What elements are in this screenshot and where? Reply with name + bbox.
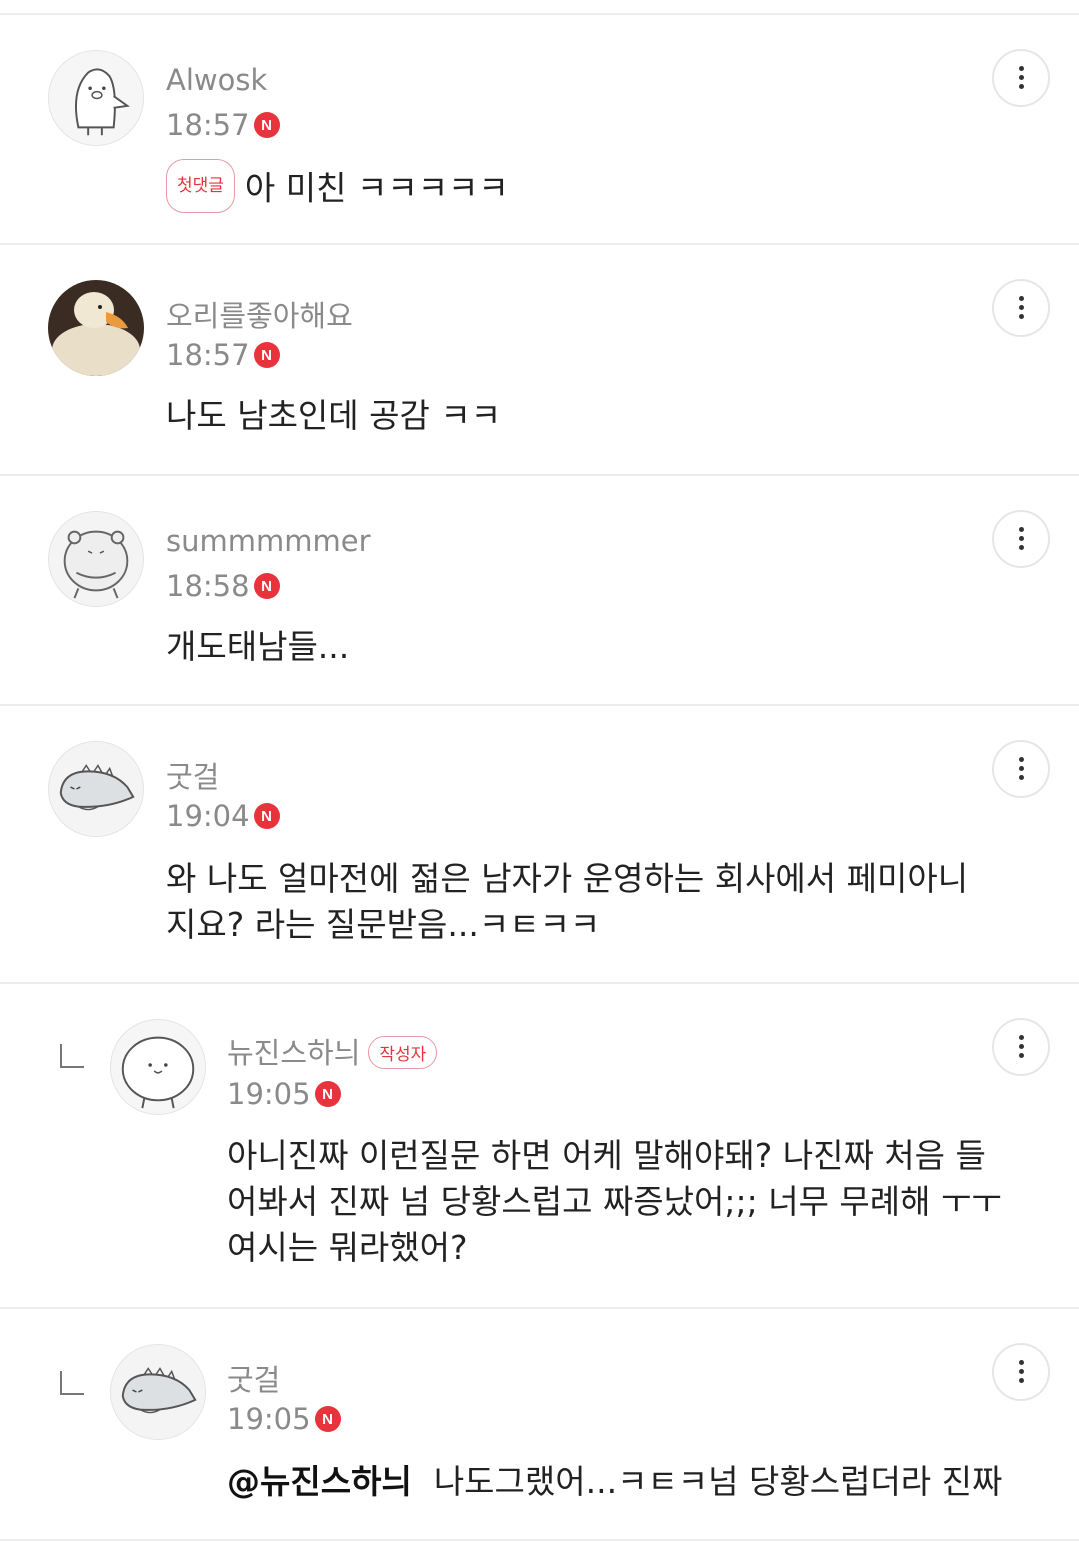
mention-link[interactable]: @뉴진스하늬 [227, 1462, 412, 1501]
more-vertical-icon [1018, 66, 1024, 90]
more-options-button[interactable] [992, 49, 1050, 107]
timestamp: 18:58 [166, 569, 250, 603]
dinosaur-character-icon [111, 1345, 205, 1439]
avatar[interactable] [48, 511, 144, 607]
more-options-button[interactable] [992, 510, 1050, 568]
avatar[interactable] [48, 280, 144, 376]
comment-item: Alwosk 18:57 N 첫댓글 아 미친 ㅋㅋㅋㅋㅋ [0, 15, 1079, 245]
new-badge: N [253, 112, 280, 138]
more-vertical-icon [1018, 1035, 1024, 1059]
new-badge: N [314, 1406, 341, 1432]
comment-body: 개도태남들... [166, 627, 350, 666]
comment-body: 아니진짜 이런질문 하면 어케 말해야돼? 나진짜 처음 들 어봐서 진짜 넘 … [227, 1133, 1057, 1271]
more-options-button[interactable] [992, 1343, 1050, 1401]
new-badge: N [253, 803, 280, 829]
author-name[interactable]: Alwosk [166, 63, 267, 97]
reply-item: 뉴진스하늬 작성자 19:05 N 아니진짜 이런질문 하면 어케 말해야돼? 나… [0, 984, 1079, 1309]
more-options-button[interactable] [992, 740, 1050, 798]
new-badge: N [253, 573, 280, 599]
timestamp-row: 18:57 N [166, 107, 280, 143]
more-vertical-icon [1018, 1360, 1024, 1384]
comment-text-line: 지요? 라는 질문받음...ㅋㅌㅋㅋ [166, 905, 601, 944]
reply-arrow-icon [60, 1371, 84, 1395]
comment-body: @뉴진스하늬 나도그랬어...ㅋㅌㅋ넘 당황스럽더라 진짜 [227, 1459, 1002, 1505]
reply-item: 굿걸 19:05 N @뉴진스하늬 나도그랬어...ㅋㅌㅋ넘 당황스럽더라 진짜 [0, 1309, 1079, 1541]
comment-item: 오리를좋아해요 18:57 N 나도 남초인데 공감 ㅋㅋ [0, 245, 1079, 476]
timestamp-row: 19:04 N [166, 798, 280, 834]
comment-text-line: 어봐서 진짜 넘 당황스럽고 짜증났어;;; 너무 무례해 ㅜㅜ [227, 1182, 1002, 1221]
comment-text-line: 아니진짜 이런질문 하면 어케 말해야돼? 나진짜 처음 들 [227, 1136, 986, 1175]
more-vertical-icon [1018, 757, 1024, 781]
comment-text: 나도그랬어...ㅋㅌㅋ넘 당황스럽더라 진짜 [433, 1462, 1003, 1501]
author-name[interactable]: 굿걸 [166, 754, 219, 796]
comment-body: 와 나도 얼마전에 젊은 남자가 운영하는 회사에서 페미아니 지요? 라는 질… [166, 856, 1046, 948]
timestamp: 18:57 [166, 108, 250, 142]
first-comment-tag: 첫댓글 [166, 159, 235, 213]
more-vertical-icon [1018, 527, 1024, 551]
comment-text-line: 와 나도 얼마전에 젊은 남자가 운영하는 회사에서 페미아니 [166, 859, 969, 898]
avatar[interactable] [48, 50, 144, 146]
timestamp: 19:05 [227, 1402, 311, 1436]
author-tag: 작성자 [368, 1035, 438, 1069]
author-name[interactable]: 굿걸 [227, 1357, 280, 1399]
comment-body: 첫댓글 아 미친 ㅋㅋㅋㅋㅋ [166, 159, 509, 217]
author-name-text[interactable]: 뉴진스하늬 [227, 1036, 360, 1070]
duck-photo-icon [48, 280, 144, 376]
avatar[interactable] [110, 1019, 206, 1115]
author-name[interactable]: 오리를좋아해요 [166, 293, 353, 335]
more-vertical-icon [1018, 296, 1024, 320]
comment-item: summmmmer 18:58 N 개도태남들... [0, 476, 1079, 706]
bear-character-icon [49, 512, 143, 606]
penguin-character-icon [49, 51, 143, 145]
author-name: 뉴진스하늬 작성자 [227, 1030, 438, 1072]
new-badge: N [314, 1081, 341, 1107]
timestamp-row: 19:05 N [227, 1076, 341, 1112]
timestamp-row: 18:57 N [166, 337, 280, 373]
more-options-button[interactable] [992, 279, 1050, 337]
timestamp-row: 19:05 N [227, 1401, 341, 1437]
dinosaur-character-icon [49, 742, 143, 836]
timestamp-row: 18:58 N [166, 568, 280, 604]
avatar[interactable] [48, 741, 144, 837]
comment-text-line: 여시는 뭐라했어? [227, 1228, 468, 1267]
timestamp: 19:05 [227, 1077, 311, 1111]
ghost-character-icon [111, 1020, 205, 1114]
timestamp: 18:57 [166, 338, 250, 372]
comment-body: 나도 남초인데 공감 ㅋㅋ [166, 396, 502, 435]
timestamp: 19:04 [166, 799, 250, 833]
reply-arrow-icon [60, 1044, 84, 1068]
new-badge: N [253, 342, 280, 368]
comment-item: 굿걸 19:04 N 와 나도 얼마전에 젊은 남자가 운영하는 회사에서 페미… [0, 706, 1079, 984]
more-options-button[interactable] [992, 1018, 1050, 1076]
author-name[interactable]: summmmmer [166, 524, 371, 558]
avatar[interactable] [110, 1344, 206, 1440]
comment-text: 아 미친 ㅋㅋㅋㅋㅋ [244, 168, 509, 208]
